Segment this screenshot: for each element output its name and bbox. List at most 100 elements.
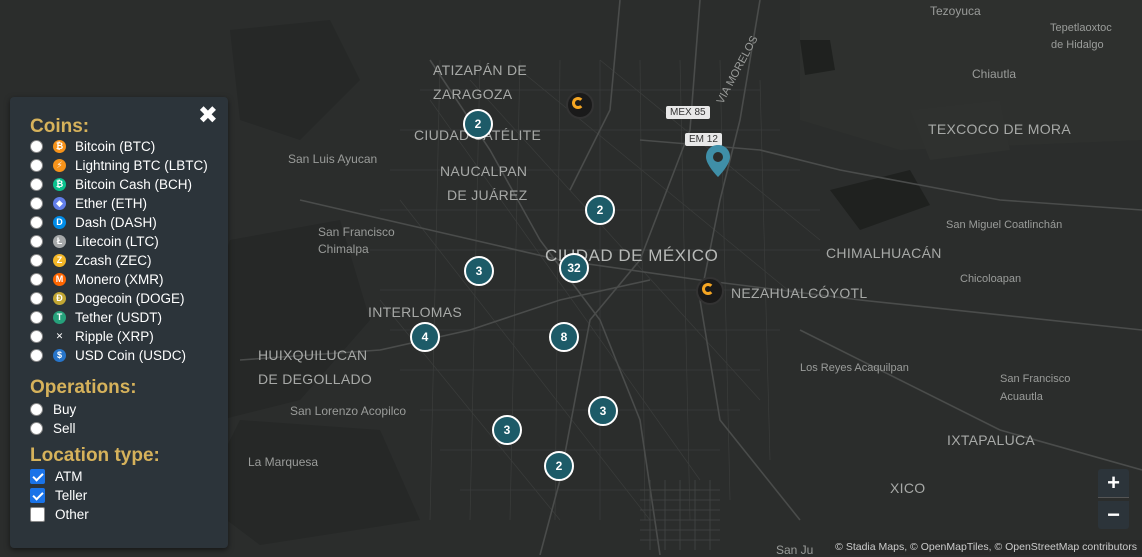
coin-radio[interactable]: [30, 254, 43, 267]
operation-option[interactable]: Buy: [30, 400, 76, 419]
operation-radio[interactable]: [30, 422, 43, 435]
operation-radio[interactable]: [30, 403, 43, 416]
coin-logo-icon: [702, 283, 714, 295]
place-label-sanmiguel: San Miguel Coatlinchán: [946, 219, 1063, 231]
coin-option[interactable]: D Dash (DASH): [30, 213, 157, 232]
map-cluster-marker[interactable]: 8: [549, 322, 579, 352]
map-cluster-marker[interactable]: 32: [559, 253, 589, 283]
coin-radio[interactable]: [30, 273, 43, 286]
place-label-huixquilucan: HUIXQUILUCAN: [258, 347, 368, 363]
coin-option[interactable]: ⚡ Lightning BTC (LBTC): [30, 156, 208, 175]
coin-option[interactable]: Ð Dogecoin (DOGE): [30, 289, 185, 308]
location-type-checkbox[interactable]: [30, 507, 45, 522]
coin-icon: ◆: [53, 197, 66, 210]
map-cluster-marker[interactable]: 3: [588, 396, 618, 426]
coin-label: Dogecoin (DOGE): [75, 291, 185, 306]
coin-logo-icon: [572, 97, 584, 109]
place-label-dejuarez: DE JUÁREZ: [447, 187, 528, 203]
place-label-degollado: DE DEGOLLADO: [258, 371, 373, 387]
operation-label: Buy: [53, 402, 77, 417]
coin-option[interactable]: Z Zcash (ZEC): [30, 251, 152, 270]
coins-section-title: Coins:: [30, 116, 90, 137]
place-label-dehidalgo: de Hidalgo: [1051, 39, 1104, 51]
coin-radio[interactable]: [30, 140, 43, 153]
filter-panel: ✖ Coins: ₿ Bitcoin (BTC) ⚡ Lightning BTC (L…: [10, 97, 228, 548]
location-type-label: Other: [55, 507, 89, 522]
coin-icon: Ð: [53, 292, 66, 305]
coin-radio[interactable]: [30, 235, 43, 248]
coin-icon: Z: [53, 254, 66, 267]
coin-label: Zcash (ZEC): [75, 253, 152, 268]
coin-icon: T: [53, 311, 66, 324]
coin-radio[interactable]: [30, 178, 43, 191]
coin-option[interactable]: ₿ Bitcoin Cash (BCH): [30, 175, 192, 194]
place-label-acuautla: Acuautla: [1000, 391, 1043, 403]
place-label-neza: NEZAHUALCÓYOTL: [731, 285, 868, 301]
operation-option[interactable]: Sell: [30, 419, 76, 438]
coin-label: Ripple (XRP): [75, 329, 154, 344]
coin-icon: ₿: [53, 140, 66, 153]
map-cluster-marker[interactable]: 3: [492, 415, 522, 445]
location-type-option[interactable]: ATM: [30, 467, 83, 486]
close-icon[interactable]: ✖: [198, 102, 218, 130]
coin-label: Bitcoin Cash (BCH): [75, 177, 193, 192]
atm-logo-marker[interactable]: [696, 277, 724, 305]
coin-option[interactable]: ₿ Bitcoin (BTC): [30, 137, 155, 156]
coin-label: Bitcoin (BTC): [75, 139, 156, 154]
coin-label: Tether (USDT): [75, 310, 163, 325]
place-label-chiautla: Chiautla: [972, 67, 1017, 81]
map-cluster-marker[interactable]: 2: [544, 451, 574, 481]
location-type-option[interactable]: Teller: [30, 486, 87, 505]
place-label-lamarquesa: La Marquesa: [248, 455, 319, 469]
map-cluster-marker[interactable]: 3: [464, 256, 494, 286]
attribution-stadia-link[interactable]: © Stadia Maps: [835, 541, 904, 553]
coin-radio[interactable]: [30, 292, 43, 305]
coin-label: Dash (DASH): [75, 215, 157, 230]
map-cluster-marker[interactable]: 2: [463, 109, 493, 139]
coin-radio[interactable]: [30, 349, 43, 362]
location-pin-icon[interactable]: [705, 144, 731, 178]
map-cluster-marker[interactable]: 4: [410, 322, 440, 352]
place-label-ixtapaluca: IXTAPALUCA: [947, 432, 1036, 448]
map-cluster-marker[interactable]: 2: [585, 195, 615, 225]
coin-option[interactable]: ✕ Ripple (XRP): [30, 327, 154, 346]
coin-option[interactable]: ◆ Ether (ETH): [30, 194, 147, 213]
coin-label: Ether (ETH): [75, 196, 148, 211]
place-label-chicoloapan: Chicoloapan: [960, 273, 1022, 285]
atm-logo-marker[interactable]: [566, 91, 594, 119]
coin-icon: ⚡: [53, 159, 66, 172]
coin-radio[interactable]: [30, 330, 43, 343]
location-type-option[interactable]: Other: [30, 505, 89, 524]
zoom-in-button[interactable]: +: [1098, 469, 1129, 498]
attribution-omt-link[interactable]: © OpenMapTiles: [910, 541, 989, 553]
coin-label: Monero (XMR): [75, 272, 164, 287]
coin-icon: ✕: [53, 330, 66, 343]
coin-radio[interactable]: [30, 159, 43, 172]
coin-radio[interactable]: [30, 311, 43, 324]
place-label-interlomas: INTERLOMAS: [368, 304, 463, 320]
coin-option[interactable]: Ł Litecoin (LTC): [30, 232, 159, 251]
place-label-tezoyuca: Tezoyuca: [930, 4, 981, 18]
place-label-atizapan: ATIZAPÁN DE: [433, 62, 528, 78]
coin-option[interactable]: $ USD Coin (USDC): [30, 346, 186, 365]
coin-radio[interactable]: [30, 216, 43, 229]
place-label-sanfrancisco: San Francisco: [318, 225, 395, 239]
place-label-naucalpan: NAUCALPAN: [440, 163, 528, 179]
map-attribution: © Stadia Maps, © OpenMapTiles, © OpenStr…: [830, 540, 1142, 555]
attribution-osm-link[interactable]: © OpenStreetMap contributors: [994, 541, 1137, 553]
location-type-section-title: Location type:: [30, 445, 160, 466]
location-type-label: Teller: [55, 488, 88, 503]
zoom-out-button[interactable]: −: [1098, 501, 1129, 529]
operation-label: Sell: [53, 421, 76, 436]
road-shield-mex85: MEX 85: [666, 106, 710, 119]
coin-radio[interactable]: [30, 197, 43, 210]
coin-label: Lightning BTC (LBTC): [75, 158, 208, 173]
coin-icon: ₿: [53, 178, 66, 191]
coin-option[interactable]: M Monero (XMR): [30, 270, 164, 289]
place-label-sanfrancisco2: San Francisco: [1000, 373, 1071, 385]
coin-icon: $: [53, 349, 66, 362]
place-label-zaragoza: ZARAGOZA: [433, 86, 513, 102]
coin-option[interactable]: T Tether (USDT): [30, 308, 162, 327]
location-type-checkbox[interactable]: [30, 488, 45, 503]
location-type-checkbox[interactable]: [30, 469, 45, 484]
